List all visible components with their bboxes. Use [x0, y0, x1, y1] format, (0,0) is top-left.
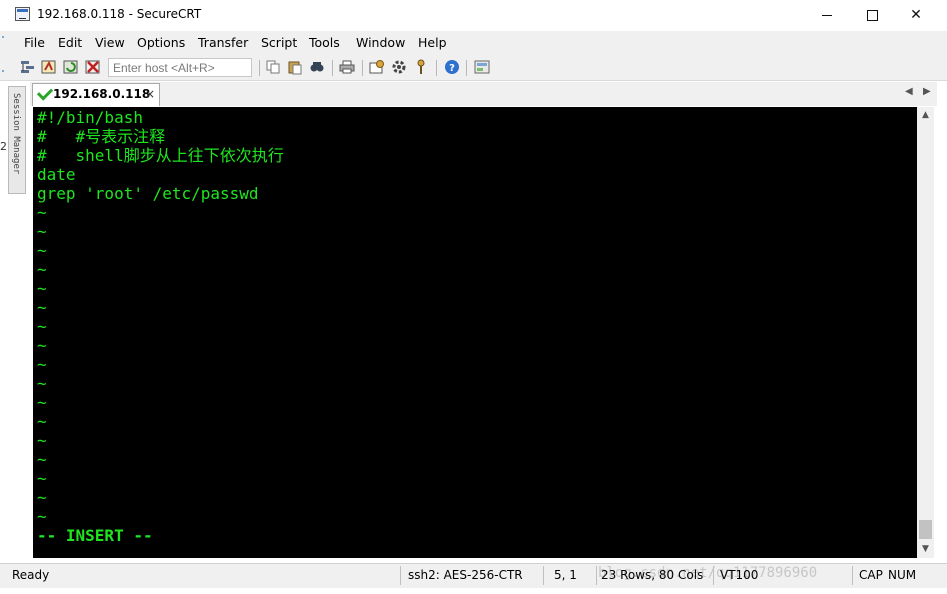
terminal-line: ~ [37, 393, 47, 412]
vim-mode-indicator: -- INSERT -- [37, 526, 153, 545]
menu-file[interactable]: File [24, 35, 45, 50]
menu-tools[interactable]: Tools [309, 35, 340, 50]
status-separator [852, 566, 853, 585]
title-bar: 192.168.0.118 - SecureCRT ✕ [0, 0, 947, 30]
minimize-icon [822, 14, 832, 16]
status-separator [400, 566, 401, 585]
maximize-icon [866, 9, 878, 21]
status-cipher: ssh2: AES-256-CTR [408, 568, 523, 582]
status-terminal-size: 23 Rows, 80 Cols [601, 568, 704, 582]
session-manager-label: Session Manager [11, 93, 21, 175]
terminal-line: ~ [37, 507, 47, 526]
status-caps-lock: CAP [859, 568, 883, 582]
close-button[interactable]: ✕ [893, 0, 939, 30]
session-manager-tab[interactable]: Session Manager [8, 86, 26, 194]
terminal-line: ~ [37, 222, 47, 241]
sftp-icon[interactable] [474, 59, 490, 75]
terminal-line: # shell脚步从上往下依次执行 [37, 146, 284, 165]
menu-transfer[interactable]: Transfer [198, 35, 248, 50]
reconnect-icon[interactable] [63, 59, 79, 75]
terminal-line: ~ [37, 488, 47, 507]
print-icon[interactable] [339, 59, 355, 75]
status-terminal-type: VT100 [720, 568, 759, 582]
menu-view[interactable]: View [95, 35, 125, 50]
terminal-line: # #号表示注释 [37, 127, 166, 146]
toolbar-separator [436, 60, 437, 76]
terminal-line: ~ [37, 203, 47, 222]
window-title: 192.168.0.118 - SecureCRT [37, 7, 202, 21]
terminal-line: ~ [37, 431, 47, 450]
toolbar: ? [0, 55, 947, 81]
status-separator [596, 566, 597, 585]
paste-icon[interactable] [287, 59, 303, 75]
scroll-down-icon[interactable]: ▼ [917, 541, 934, 558]
status-ready: Ready [12, 568, 50, 582]
disconnect-icon[interactable] [85, 59, 101, 75]
terminal-line: ~ [37, 317, 47, 336]
connected-check-icon [36, 84, 54, 101]
menu-script[interactable]: Script [261, 35, 297, 50]
global-options-icon[interactable] [391, 59, 407, 75]
help-icon[interactable]: ? [444, 59, 460, 75]
minimize-button[interactable] [804, 0, 850, 30]
terminal-line: ~ [37, 469, 47, 488]
scroll-up-icon[interactable]: ▲ [917, 107, 934, 124]
terminal-line: ~ [37, 412, 47, 431]
quick-connect-icon[interactable] [41, 59, 57, 75]
tab-scroll-left-icon[interactable]: ◀ [905, 86, 913, 97]
terminal-line: #!/bin/bash [37, 108, 143, 127]
keymap-icon[interactable] [413, 59, 429, 75]
menu-window[interactable]: Window [356, 35, 405, 50]
maximize-button[interactable] [849, 0, 895, 30]
toolbar-separator [362, 60, 363, 76]
copy-icon[interactable] [265, 59, 281, 75]
terminal-screen[interactable]: #!/bin/bash # #号表示注释 # shell脚步从上往下依次执行 date… [33, 107, 917, 558]
menu-bar: File Edit View Options Transfer Script T… [0, 31, 947, 55]
edge-dot [2, 70, 4, 72]
status-num-lock: NUM [888, 568, 917, 582]
terminal-line: ~ [37, 450, 47, 469]
toolbar-separator [259, 60, 260, 76]
terminal-line: date [37, 165, 76, 184]
terminal-line: ~ [37, 336, 47, 355]
terminal-line: ~ [37, 241, 47, 260]
menu-edit[interactable]: Edit [58, 35, 82, 50]
tab-bar [30, 82, 937, 106]
edge-marker: 2 [0, 140, 7, 153]
find-icon[interactable] [309, 59, 325, 75]
terminal-scrollbar[interactable]: ▲ ▼ [917, 107, 934, 558]
menu-options[interactable]: Options [137, 35, 185, 50]
tab-close-icon[interactable]: × [145, 87, 155, 101]
terminal-line: ~ [37, 374, 47, 393]
terminal-line: grep 'root' /etc/passwd [37, 184, 259, 203]
status-separator [713, 566, 714, 585]
toolbar-separator [332, 60, 333, 76]
terminal-line: ~ [37, 260, 47, 279]
tab-session[interactable]: 192.168.0.118 × [32, 83, 160, 106]
status-separator [543, 566, 544, 585]
edge-dot [2, 36, 4, 38]
enter-host-input[interactable] [108, 58, 252, 77]
tab-scroll-right-icon[interactable]: ▶ [923, 86, 931, 97]
terminal-line: ~ [37, 279, 47, 298]
connect-icon[interactable] [20, 59, 36, 75]
menu-help[interactable]: Help [418, 35, 447, 50]
toolbar-separator [466, 60, 467, 76]
scroll-thumb[interactable] [919, 520, 932, 539]
session-options-icon[interactable] [369, 59, 385, 75]
status-cursor-position: 5, 1 [554, 568, 577, 582]
terminal-line: ~ [37, 355, 47, 374]
svg-text:?: ? [449, 63, 455, 74]
securecrt-app-icon [15, 7, 30, 21]
close-icon: ✕ [910, 7, 922, 23]
tab-title: 192.168.0.118 [53, 87, 151, 101]
terminal-line: ~ [37, 298, 47, 317]
